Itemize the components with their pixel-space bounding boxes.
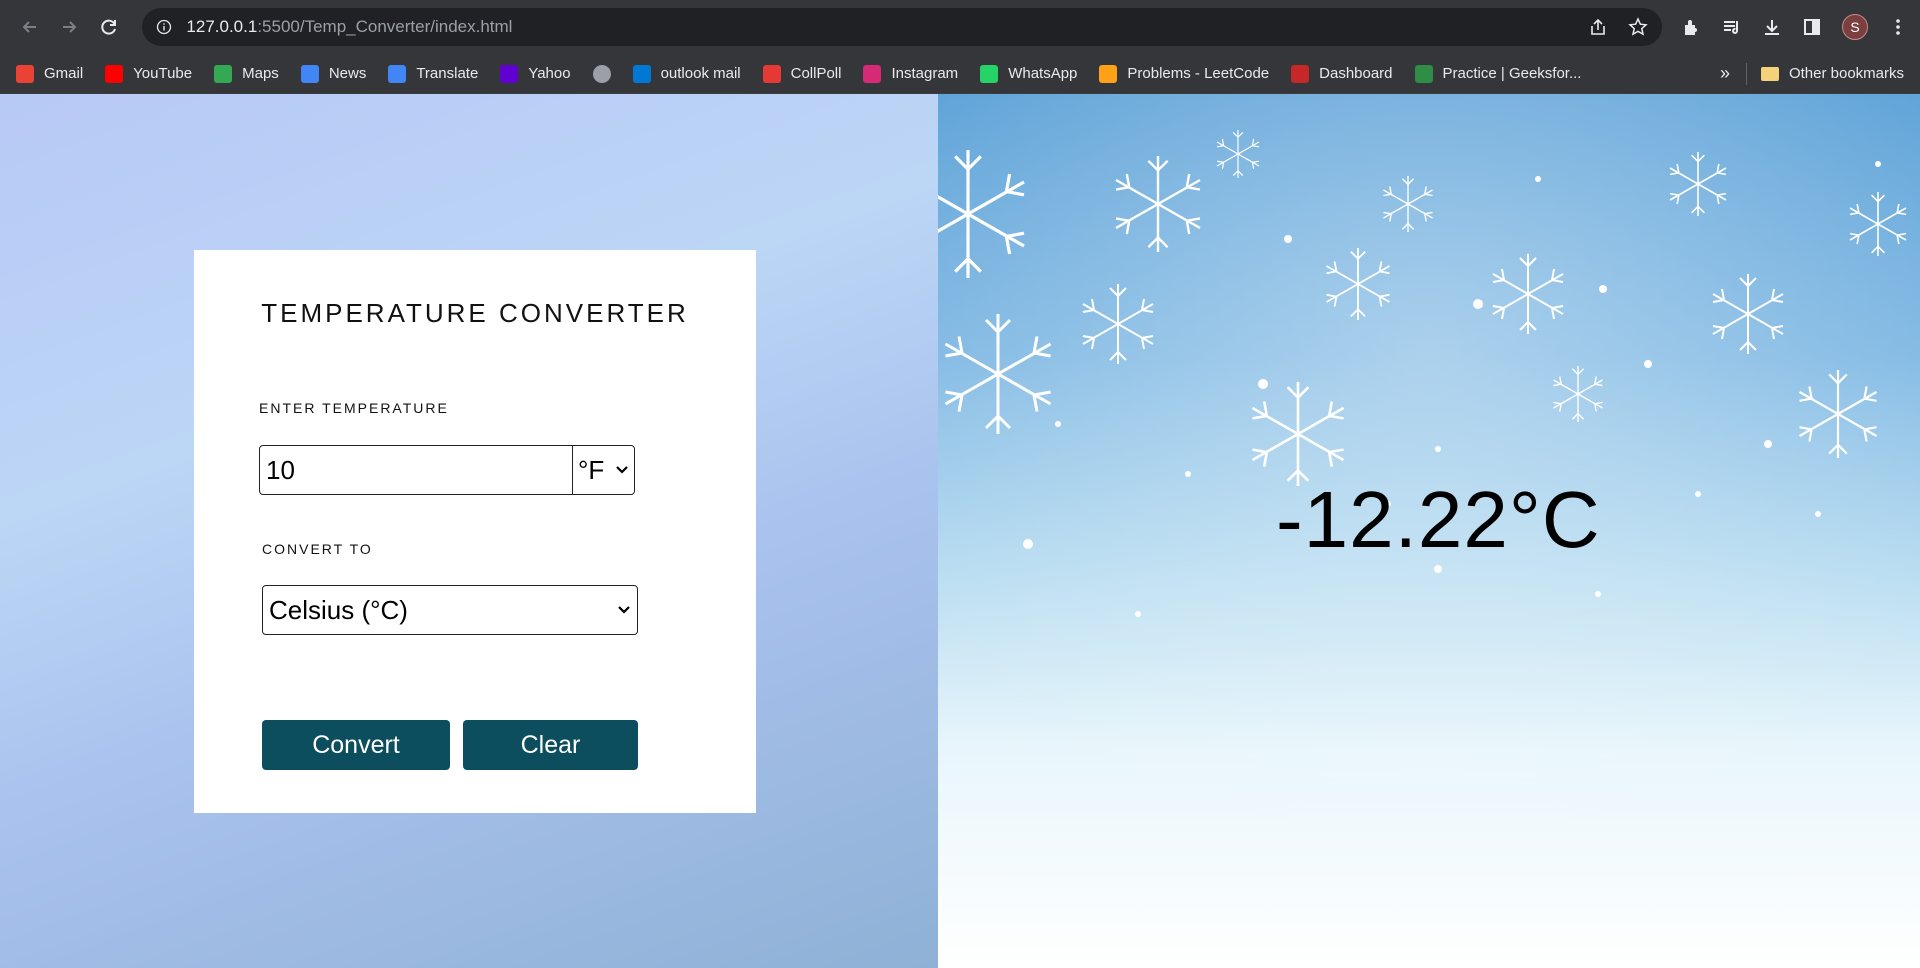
collpoll-icon (762, 64, 781, 83)
converter-panel: TEMPERATURE CONVERTER ENTER TEMPERATURE … (0, 94, 938, 968)
forward-arrow-icon (63, 21, 77, 33)
side-panel-icon[interactable] (1802, 17, 1822, 37)
unit-select-value: °F (578, 454, 605, 485)
bookmark-item[interactable]: News (300, 64, 367, 83)
media-control-icon[interactable] (1722, 17, 1742, 37)
bookmark-item[interactable]: Maps (214, 64, 279, 83)
globe-icon (592, 64, 611, 83)
bookmark-label: CollPoll (790, 65, 842, 82)
result-panel: -12.22°C (938, 94, 1920, 968)
converter-title: TEMPERATURE CONVERTER (261, 298, 689, 328)
back-button[interactable] (12, 9, 47, 45)
temperature-input[interactable]: 10 (259, 445, 573, 495)
bookmark-label: News (328, 65, 367, 82)
page-content: TEMPERATURE CONVERTER ENTER TEMPERATURE … (0, 94, 1920, 968)
bookmark-item[interactable]: Translate (388, 64, 479, 83)
menu-kebab-icon[interactable] (1888, 17, 1908, 37)
other-bookmarks-label: Other bookmarks (1788, 65, 1904, 82)
geeksforgeeks-icon (1414, 64, 1433, 83)
share-icon[interactable] (1588, 17, 1608, 37)
bookmarks-overflow-button[interactable]: » (1720, 63, 1730, 84)
chevron-down-icon (616, 466, 628, 474)
translate-icon (388, 64, 407, 83)
bookmark-item[interactable]: Problems - LeetCode (1099, 64, 1270, 83)
bookmarks-bar: Gmail YouTube Maps News Translate Yahoo outloo… (0, 54, 1920, 94)
bookmark-item[interactable]: Gmail (16, 64, 84, 83)
youtube-icon (105, 64, 124, 83)
browser-toolbar: 127.0.0.1:5500/Temp_Converter/index.html… (0, 0, 1920, 54)
bookmark-label: YouTube (133, 65, 193, 82)
bookmark-item[interactable]: outlook mail (632, 64, 741, 83)
convert-button[interactable]: Convert (262, 720, 450, 770)
unit-select[interactable]: °F (572, 445, 635, 495)
bookmarks-divider (1745, 62, 1747, 85)
bookmark-item[interactable]: Dashboard (1291, 64, 1393, 83)
bookmark-label: Instagram (891, 65, 959, 82)
bookmark-item[interactable]: WhatsApp (980, 64, 1078, 83)
bookmark-item[interactable]: Yahoo (500, 64, 571, 83)
site-info-icon (157, 19, 172, 35)
forward-button[interactable] (51, 9, 86, 45)
url-path: :5500/Temp_Converter/index.html (257, 17, 513, 36)
folder-icon (1760, 66, 1779, 81)
news-icon (300, 64, 319, 83)
extensions-icon[interactable] (1682, 17, 1702, 37)
bookmark-label: Gmail (44, 65, 84, 82)
clear-button[interactable]: Clear (463, 720, 638, 770)
bookmark-label: Yahoo (528, 65, 571, 82)
bookmark-item[interactable]: Practice | Geeksfor... (1414, 64, 1582, 83)
convert-to-label: CONVERT TO (262, 541, 373, 557)
reload-icon (100, 19, 116, 35)
browser-chrome: 127.0.0.1:5500/Temp_Converter/index.html… (0, 0, 1920, 94)
bookmark-item[interactable]: CollPoll (762, 64, 842, 83)
bookmark-item[interactable] (592, 64, 611, 83)
convert-to-select-value: Celsius (°C) (269, 594, 408, 625)
download-icon[interactable] (1762, 17, 1782, 37)
convert-to-select[interactable]: Celsius (°C) (262, 585, 638, 635)
back-arrow-icon (22, 21, 36, 33)
bookmark-label: Practice | Geeksfor... (1442, 65, 1582, 82)
gmail-icon (16, 64, 34, 83)
leetcode-icon (1099, 64, 1118, 83)
bookmark-star-icon[interactable] (1628, 17, 1648, 37)
chevron-down-icon (618, 606, 630, 614)
bookmark-item[interactable]: Instagram (863, 64, 959, 83)
bookmark-item[interactable]: YouTube (105, 64, 193, 83)
maps-icon (214, 64, 233, 83)
address-bar-actions (1588, 17, 1648, 37)
bookmark-label: Problems - LeetCode (1127, 65, 1270, 82)
yahoo-icon (500, 64, 519, 83)
reload-button[interactable] (91, 9, 126, 45)
whatsapp-icon (980, 64, 999, 83)
bookmark-label: outlook mail (660, 65, 741, 82)
bookmark-label: Maps (242, 65, 279, 82)
dashboard-icon (1291, 64, 1310, 83)
bookmark-label: Dashboard (1319, 65, 1393, 82)
outlook-icon (632, 64, 651, 83)
other-bookmarks-folder[interactable]: Other bookmarks (1760, 65, 1904, 82)
url-host: 127.0.0.1 (186, 17, 258, 36)
bookmark-label: WhatsApp (1008, 65, 1078, 82)
result-value: -12.22°C (1276, 475, 1601, 564)
enter-temperature-label: ENTER TEMPERATURE (259, 400, 449, 416)
toolbar-right: S (1682, 14, 1908, 40)
converter-card: TEMPERATURE CONVERTER ENTER TEMPERATURE … (194, 250, 756, 813)
bookmark-label: Translate (416, 65, 479, 82)
profile-avatar[interactable]: S (1842, 14, 1868, 40)
address-bar[interactable]: 127.0.0.1:5500/Temp_Converter/index.html (142, 8, 1662, 46)
instagram-icon (863, 64, 882, 83)
